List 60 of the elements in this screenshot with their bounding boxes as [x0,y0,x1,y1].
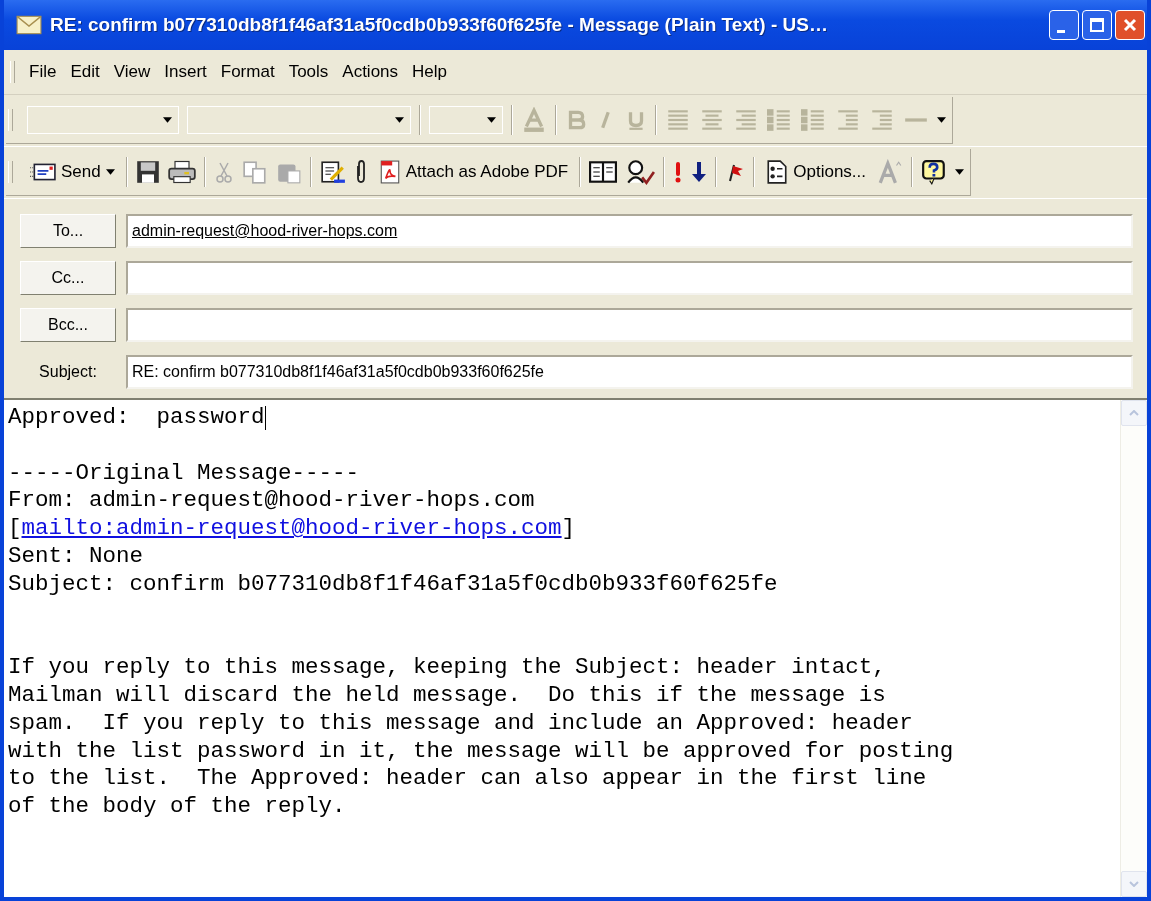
input-field[interactable] [126,308,1133,342]
body-text-line: with the list password in it, the message will be approved for posting [8,737,954,766]
body-text-line: Sent: None [8,543,144,571]
save-icon[interactable] [135,160,160,184]
mailto-link[interactable]: mailto:admin-request@hood-river-hops.com [21,515,562,542]
signature-icon[interactable] [319,160,346,184]
caret-icon [105,169,115,175]
help-icon[interactable] [921,159,947,185]
options-document-icon [766,160,789,184]
body-text-line: If you reply to this message, keeping the Subject: header intact, [8,654,886,682]
pdf-document-icon [378,160,401,184]
attach-pdf-button[interactable]: Attach as Adobe PDF [375,158,572,186]
body-text-line: of the body of the reply. [8,793,346,821]
envelope-icon [16,15,42,35]
address-book-icon[interactable] [589,160,618,184]
scroll-down-button[interactable] [1121,871,1147,897]
body-text-line: Subject: confirm b077310db8f1f46af31a5f0cdb0b933f60f625fe [8,570,778,599]
window-title: RE: confirm b077310db8f1f46af31a5f0cdb0b933f60f625fe - Message (Plain Text) - US… [50,14,829,36]
body-text-line: [mailto:admin-request@hood-river-hops.com] [8,515,576,543]
input-field[interactable]: admin-request@hood-river-hops.com [126,214,1133,248]
body-text-line: From: admin-request@hood-river-hops.com [8,487,535,516]
envelope-icon [30,162,56,182]
menu-item[interactable]: Insert [158,60,213,84]
body-text-line: -----Original Message----- [8,459,360,488]
menu-item[interactable]: Format [214,60,281,84]
body-text-line: spam. If you reply to this message and include an Approved: header [8,709,913,738]
input-field[interactable] [126,261,1133,295]
close-button[interactable] [1115,10,1145,40]
caret-icon [163,117,172,123]
minimize-icon [1057,29,1065,33]
maximize-button[interactable] [1082,10,1112,40]
address-button[interactable]: Cc... [20,261,116,295]
address-button[interactable]: To... [20,214,116,248]
menu-item[interactable]: File [23,60,63,84]
body-text-line: Mailman will discard the held message. Do this if the message is [8,681,886,710]
maximize-icon [1087,15,1107,35]
menu-item[interactable]: Tools [282,60,335,84]
menu-item[interactable]: Edit [64,60,106,84]
field-label: Subject: [38,363,98,381]
body-text-line: to the list. The Approved: header can also appear in the first line [8,765,927,794]
check-names-icon[interactable] [625,159,656,185]
chevron-up-icon [1129,410,1139,416]
menu-item[interactable]: Help [406,60,454,84]
send-button[interactable]: Send [27,160,118,184]
font-size-icon[interactable] [877,159,903,185]
input-field[interactable]: RE: confirm b077310db8f1f46af31a5f0cdb0b933f60f625fe [126,355,1133,389]
menu-item[interactable]: View [107,60,157,84]
body-text-line: Approved: password [8,404,265,432]
vertical-scrollbar[interactable] [1120,400,1147,897]
address-button[interactable]: Bcc... [20,308,116,342]
options-button[interactable]: Options... [763,158,869,186]
message-body[interactable] [4,398,1147,897]
menu-item[interactable]: Actions [336,60,405,84]
print-icon[interactable] [167,160,196,184]
caret-icon [487,117,496,123]
minimize-button[interactable] [1049,10,1079,40]
caret-icon [395,117,404,123]
scroll-up-button[interactable] [1121,400,1147,426]
toolbar-options-icon[interactable] [955,169,964,175]
chevron-down-icon [1129,881,1139,887]
